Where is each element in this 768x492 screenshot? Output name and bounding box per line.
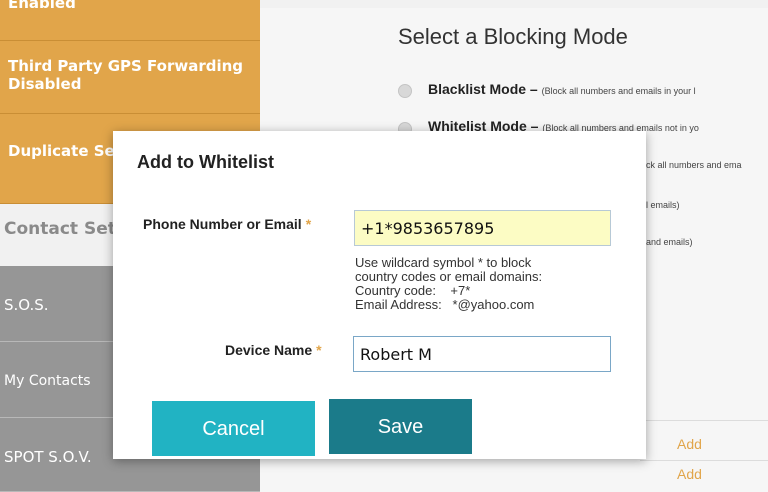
sidebar-item-label: S.O.S. bbox=[4, 296, 49, 314]
sidebar-item-label: Contact Setti bbox=[4, 219, 130, 239]
phone-email-label: Phone Number or Email * bbox=[143, 216, 312, 232]
add-link[interactable]: Add bbox=[677, 466, 702, 482]
cancel-button[interactable]: Cancel bbox=[152, 401, 315, 456]
wildcard-hint: Use wildcard symbol * to block country c… bbox=[355, 255, 543, 312]
divider bbox=[640, 420, 768, 421]
sidebar-item-label: Third Party GPS Forwarding Disabled bbox=[8, 57, 244, 93]
device-name-label: Device Name * bbox=[225, 342, 322, 358]
add-link[interactable]: Add bbox=[677, 436, 702, 452]
blacklist-radio[interactable] bbox=[398, 84, 412, 98]
sidebar-item-label: Enabled bbox=[8, 0, 76, 12]
dialog-title: Add to Whitelist bbox=[137, 152, 274, 172]
sidebar-item-label: SPOT S.O.V. bbox=[4, 448, 92, 466]
option-desc-fragment: ck all numbers and ema bbox=[646, 160, 742, 170]
add-to-whitelist-dialog: Add to Whitelist Phone Number or Email * … bbox=[113, 131, 646, 459]
divider bbox=[640, 460, 768, 461]
required-mark: * bbox=[305, 216, 312, 232]
phone-email-input[interactable] bbox=[354, 210, 611, 246]
sidebar-item-enabled[interactable]: Enabled bbox=[0, 0, 260, 41]
blacklist-option-desc: (Block all numbers and emails in your l bbox=[541, 86, 696, 96]
option-desc-fragment: and emails) bbox=[646, 237, 693, 247]
required-mark: * bbox=[316, 342, 322, 358]
sidebar-item-label: My Contacts bbox=[4, 373, 91, 389]
save-button[interactable]: Save bbox=[329, 399, 472, 454]
sidebar-item-label: Duplicate Set bbox=[8, 142, 122, 160]
option-desc-fragment: l emails) bbox=[646, 200, 680, 210]
device-name-input[interactable] bbox=[353, 336, 611, 372]
sidebar-item-gps-forwarding[interactable]: Third Party GPS Forwarding Disabled bbox=[0, 41, 260, 114]
blocking-mode-title: Select a Blocking Mode bbox=[398, 24, 628, 49]
top-bar bbox=[260, 0, 768, 8]
blacklist-option-label: Blacklist Mode – (Block all numbers and … bbox=[428, 81, 696, 97]
